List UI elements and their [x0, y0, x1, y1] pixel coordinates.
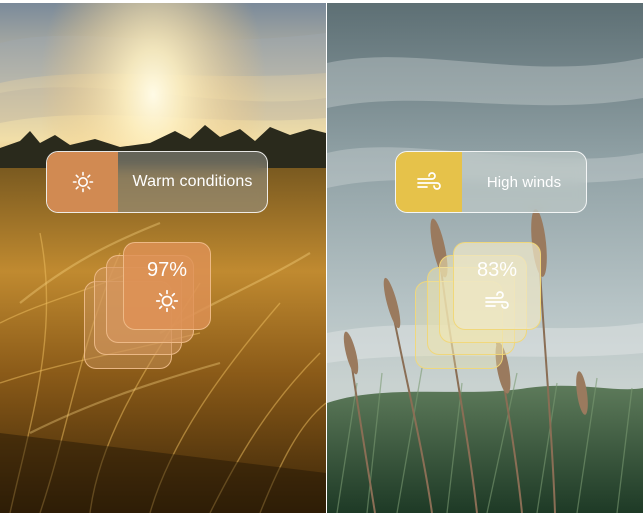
probability-card[interactable]: 83% [453, 242, 541, 330]
wind-icon [485, 290, 509, 309]
wind-icon [396, 152, 462, 212]
probability-value: 83% [476, 258, 518, 281]
condition-chip[interactable]: Warm conditions [46, 151, 268, 213]
probability-value: 97% [146, 258, 188, 281]
windy-panel: High winds 83% [327, 3, 643, 513]
condition-label: High winds [486, 173, 562, 191]
warm-panel: Warm conditions 97% [0, 3, 326, 513]
sun-icon [155, 289, 179, 312]
condition-label: Warm conditions [132, 173, 253, 190]
condition-chip[interactable]: High winds [395, 151, 587, 213]
sun-icon [47, 152, 118, 212]
probability-card[interactable]: 97% [123, 242, 211, 330]
showcase: Warm conditions 97% High winds 83% [0, 0, 643, 516]
